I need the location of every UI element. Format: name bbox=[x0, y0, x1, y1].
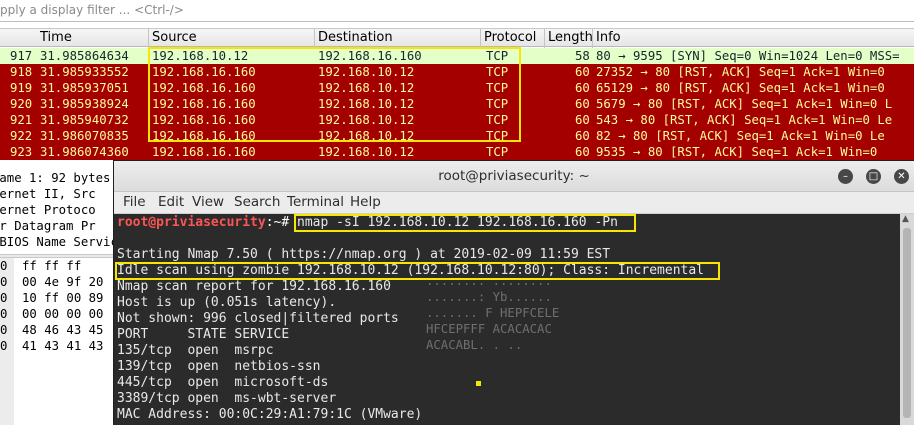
terminal-output-line: 445/tcp open microsoft-ds bbox=[117, 375, 329, 390]
packet-info: 82 → 80 [RST, ACK] Seq=1 Ack=1 Win=0 Le bbox=[596, 129, 885, 143]
column-protocol[interactable]: Protocol bbox=[484, 30, 536, 45]
display-filter-input[interactable]: pply a display filter ... <Ctrl-/> bbox=[0, 3, 184, 17]
packet-time: 31.985940732 bbox=[40, 113, 129, 127]
terminal-title: root@priviasecurity: ~ bbox=[438, 168, 590, 184]
packet-no: 918 bbox=[10, 65, 33, 79]
byte-offset: 0 bbox=[0, 291, 8, 305]
packet-list-header: Time Source Destination Protocol Length … bbox=[0, 28, 914, 48]
packet-row[interactable]: 923 31.986074360 192.168.16.160 192.168.… bbox=[0, 144, 914, 160]
byte-offset: 0 bbox=[0, 275, 8, 289]
column-source[interactable]: Source bbox=[152, 30, 197, 45]
menu-search[interactable]: Search bbox=[234, 194, 280, 210]
packet-time: 31.985937051 bbox=[40, 81, 129, 95]
detail-frame[interactable]: rame 1: 92 bytes bbox=[0, 170, 112, 186]
packet-length: 58 bbox=[575, 49, 590, 63]
packet-info: 9535 → 80 [RST, ACK] Seq=1 Ack=1 Win=0 bbox=[596, 145, 878, 159]
terminal-output-line: MAC Address: 00:0C:29:A1:79:1C (VMware) bbox=[117, 407, 423, 422]
byte-hex: 00 00 00 00 bbox=[22, 307, 104, 321]
byte-hex: 00 4e 9f 20 bbox=[22, 275, 104, 289]
byte-hex: 41 43 41 43 bbox=[22, 339, 104, 353]
packet-length: 60 bbox=[575, 145, 590, 159]
ghost-ascii-line: ....... F HEPFCELE bbox=[426, 306, 560, 320]
detail-ip[interactable]: ternet Protoco bbox=[0, 202, 112, 218]
packet-time: 31.986074360 bbox=[40, 145, 129, 159]
packet-info: 80 → 9595 [SYN] Seq=0 Win=1024 Len=0 MSS… bbox=[596, 49, 900, 63]
detail-netbios[interactable]: tBIOS Name Service bbox=[0, 234, 120, 250]
menu-terminal[interactable]: Terminal bbox=[287, 194, 344, 210]
annotation-command-box bbox=[294, 214, 636, 232]
packet-no: 919 bbox=[10, 81, 33, 95]
annotation-highlight-box bbox=[148, 47, 521, 142]
byte-offset: 0 bbox=[0, 339, 8, 353]
byte-offset: 0 bbox=[0, 259, 8, 273]
terminal-screen[interactable]: ........ ........ .......: Yb...... ....… bbox=[114, 214, 900, 425]
ghost-ascii-line: .......: Yb...... bbox=[426, 290, 552, 304]
terminal-output-line: 3389/tcp open ms-wbt-server bbox=[117, 391, 337, 406]
terminal-output-line: 139/tcp open netbios-ssn bbox=[117, 359, 321, 374]
terminal-output-line: Nmap scan report for 192.168.16.160 bbox=[117, 279, 391, 294]
packet-length: 60 bbox=[575, 81, 590, 95]
packet-info: 5679 → 80 [RST, ACK] Seq=1 Ack=1 Win=0 L bbox=[596, 97, 893, 111]
terminal-window[interactable]: root@priviasecurity: ~ – □ ✕ File Edit V… bbox=[113, 160, 914, 425]
menu-view[interactable]: View bbox=[192, 194, 224, 210]
scroll-up-icon[interactable]: ▲ bbox=[902, 214, 909, 224]
packet-protocol: TCP bbox=[486, 145, 509, 159]
prompt-user: root@priviasecurity bbox=[117, 215, 266, 230]
terminal-output-line: Not shown: 996 closed|filtered ports bbox=[117, 311, 399, 326]
packet-details-pane: rame 1: 92 bytes hernet II, Src ternet P… bbox=[0, 162, 120, 254]
maximize-icon[interactable]: □ bbox=[866, 169, 881, 184]
packet-info: 65129 → 80 [RST, ACK] Seq=1 Ack=1 Win=0 bbox=[596, 81, 885, 95]
annotation-idle-scan-box bbox=[115, 262, 720, 280]
detail-udp[interactable]: er Datagram Pr bbox=[0, 218, 112, 234]
packet-no: 922 bbox=[10, 129, 33, 143]
minimize-icon[interactable]: – bbox=[838, 169, 853, 184]
close-icon[interactable]: ✕ bbox=[894, 169, 909, 184]
terminal-titlebar[interactable]: root@priviasecurity: ~ – □ ✕ bbox=[114, 161, 914, 192]
packet-no: 923 bbox=[10, 145, 33, 159]
packet-source: 192.168.16.160 bbox=[152, 145, 256, 159]
column-destination[interactable]: Destination bbox=[318, 30, 393, 45]
terminal-output-line: 135/tcp open msrpc bbox=[117, 343, 274, 358]
packet-no: 921 bbox=[10, 113, 33, 127]
menu-file[interactable]: File bbox=[123, 194, 146, 210]
scrollbar-thumb[interactable] bbox=[903, 228, 911, 418]
packet-bytes-pane: 0 ff ff ff 0 00 4e 9f 20 0 10 ff 00 89 0… bbox=[0, 258, 120, 425]
packet-info: 27352 → 80 [RST, ACK] Seq=1 Ack=1 Win=0 bbox=[596, 65, 885, 79]
menu-edit[interactable]: Edit bbox=[158, 194, 184, 210]
display-filter-bar[interactable]: pply a display filter ... <Ctrl-/> bbox=[0, 0, 914, 22]
packet-length: 60 bbox=[575, 65, 590, 79]
packet-length: 60 bbox=[575, 113, 590, 127]
ghost-ascii-line: HFCEPFFF ACACACAC bbox=[426, 322, 552, 336]
mouse-cursor-marker bbox=[476, 381, 481, 386]
prompt-path: :~# bbox=[265, 215, 298, 230]
terminal-output-line: PORT STATE SERVICE bbox=[117, 327, 290, 342]
ghost-ascii-line: ACACABL. . .. bbox=[426, 338, 523, 352]
terminal-menubar: File Edit View Search Terminal Help bbox=[114, 192, 914, 214]
packet-time: 31.985933552 bbox=[40, 65, 129, 79]
menu-help[interactable]: Help bbox=[350, 194, 381, 210]
packet-info: 543 → 80 [RST, ACK] Seq=1 Ack=1 Win=0 Le bbox=[596, 113, 893, 127]
terminal-output-line: Starting Nmap 7.50 ( https://nmap.org ) … bbox=[117, 247, 611, 262]
column-time[interactable]: Time bbox=[40, 30, 72, 45]
packet-length: 60 bbox=[575, 129, 590, 143]
terminal-scrollbar[interactable]: ▲ bbox=[900, 214, 914, 425]
byte-hex: ff ff ff bbox=[22, 259, 82, 273]
byte-offset: 0 bbox=[0, 307, 8, 321]
packet-no: 920 bbox=[10, 97, 33, 111]
packet-no: 917 bbox=[10, 49, 33, 63]
byte-offset: 0 bbox=[0, 323, 8, 337]
packet-destination: 192.168.10.12 bbox=[318, 145, 415, 159]
column-length[interactable]: Length bbox=[548, 30, 593, 45]
terminal-output-line: Host is up (0.051s latency). bbox=[117, 295, 337, 310]
packet-time: 31.985938924 bbox=[40, 97, 129, 111]
packet-length: 60 bbox=[575, 97, 590, 111]
column-info[interactable]: Info bbox=[596, 30, 621, 45]
packet-time: 31.985864634 bbox=[40, 49, 129, 63]
packet-time: 31.986070835 bbox=[40, 129, 129, 143]
byte-hex: 10 ff 00 89 bbox=[22, 291, 104, 305]
detail-ethernet[interactable]: hernet II, Src bbox=[0, 186, 112, 202]
byte-hex: 48 46 43 45 bbox=[22, 323, 104, 337]
